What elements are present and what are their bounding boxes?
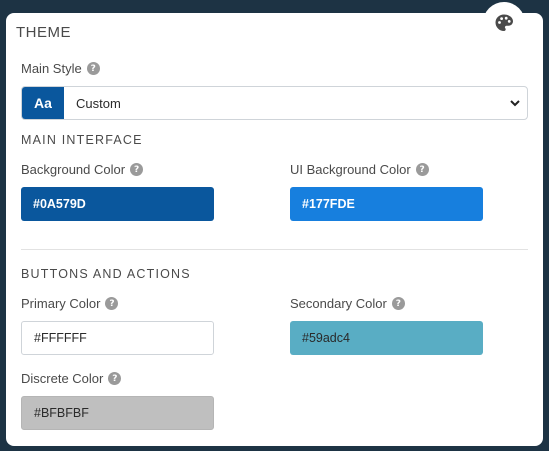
background-color-label-row: Background Color ? (21, 162, 144, 177)
help-icon[interactable]: ? (86, 62, 100, 75)
primary-color-label: Primary Color (21, 296, 101, 311)
secondary-color-label-row: Secondary Color ? (290, 296, 405, 311)
section-heading-buttons-actions: BUTTONS AND ACTIONS (21, 267, 191, 281)
background-color-label: Background Color (21, 162, 126, 177)
chevron-down-icon[interactable] (503, 87, 527, 119)
main-style-value[interactable]: Custom (64, 87, 503, 119)
help-icon[interactable]: ? (391, 297, 405, 310)
discrete-color-input[interactable]: #BFBFBF (21, 396, 214, 430)
section-divider (21, 249, 528, 250)
discrete-color-label-row: Discrete Color ? (21, 371, 122, 386)
main-style-select[interactable]: Aa Custom (21, 86, 528, 120)
help-icon[interactable]: ? (105, 297, 119, 310)
main-style-label: Main Style (21, 61, 82, 76)
font-style-icon: Aa (22, 87, 64, 119)
ui-background-color-input[interactable]: #177FDE (290, 187, 483, 221)
help-icon[interactable]: ? (108, 372, 122, 385)
discrete-color-label: Discrete Color (21, 371, 104, 386)
secondary-color-label: Secondary Color (290, 296, 387, 311)
help-icon[interactable]: ? (415, 163, 429, 176)
primary-color-label-row: Primary Color ? (21, 296, 119, 311)
help-icon[interactable]: ? (130, 163, 144, 176)
secondary-color-input[interactable]: #59adc4 (290, 321, 483, 355)
palette-icon (495, 14, 513, 31)
palette-button[interactable] (483, 2, 525, 44)
ui-background-color-label-row: UI Background Color ? (290, 162, 429, 177)
primary-color-input[interactable]: #FFFFFF (21, 321, 214, 355)
panel-title: THEME (16, 24, 71, 41)
section-heading-main-interface: MAIN INTERFACE (21, 133, 143, 147)
main-style-label-row: Main Style ? (21, 61, 100, 76)
background-color-input[interactable]: #0A579D (21, 187, 214, 221)
ui-background-color-label: UI Background Color (290, 162, 411, 177)
